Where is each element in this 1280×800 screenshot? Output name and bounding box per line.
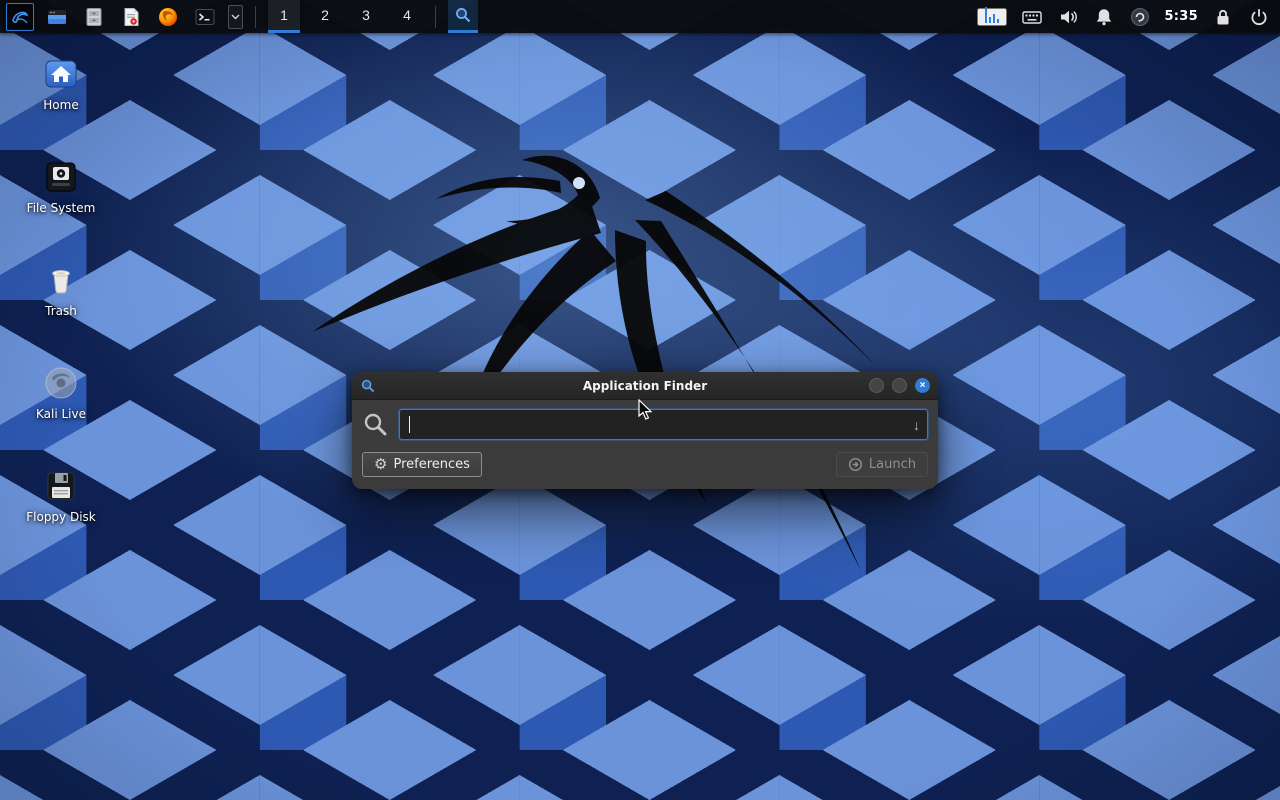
graph-bar <box>989 17 991 23</box>
lock-screen-button[interactable] <box>1211 5 1234 28</box>
application-finder-window: Application Finder × ↓ <box>352 372 938 489</box>
workspace-label: 4 <box>403 7 411 23</box>
clock: 5:35 <box>1164 9 1198 24</box>
workspace-label: 2 <box>321 7 329 23</box>
terminal-dropdown-button[interactable] <box>228 5 243 29</box>
minimize-button[interactable] <box>869 378 884 393</box>
workspace-1[interactable]: 1 <box>268 0 300 33</box>
desktop-icon-label: File System <box>27 201 96 215</box>
desktop-icon-label: Trash <box>45 304 77 318</box>
volume-icon <box>1057 6 1079 28</box>
graph-bar <box>985 7 987 23</box>
desktop-icon-label: Home <box>43 98 78 112</box>
search-icon <box>362 411 389 438</box>
top-panel: 1 2 3 4 <box>0 0 1280 33</box>
text-editor-icon <box>120 6 142 28</box>
desktop-icon-column: Home File System Trash <box>15 56 107 524</box>
floppy-icon <box>43 468 79 504</box>
desktop-icon-label: Floppy Disk <box>26 510 96 524</box>
maximize-button[interactable] <box>892 378 907 393</box>
whisker-menu-button[interactable] <box>6 3 34 31</box>
desktop-wallpaper: 1 2 3 4 <box>0 0 1280 800</box>
kali-menu-icon <box>10 7 30 27</box>
graph-bar <box>993 14 995 23</box>
close-button[interactable]: × <box>915 378 930 393</box>
desktop-icon-floppy-disk[interactable]: Floppy Disk <box>15 468 107 524</box>
panel-right-group: 5:35 <box>967 0 1280 33</box>
workspace-2[interactable]: 2 <box>309 0 341 33</box>
desktop-icon-label: Kali Live <box>36 407 86 421</box>
launch-icon <box>848 457 863 472</box>
lock-icon <box>1212 6 1234 28</box>
system-monitor-graph[interactable] <box>977 8 1007 26</box>
taskbar-application-finder[interactable] <box>448 0 478 33</box>
titlebar[interactable]: Application Finder × <box>352 372 938 400</box>
launch-label: Launch <box>869 457 916 472</box>
launcher-text-editor[interactable] <box>117 3 145 31</box>
workspace-3[interactable]: 3 <box>350 0 382 33</box>
desktop-icon-file-system[interactable]: File System <box>15 159 107 215</box>
desktop-icon-kali-live[interactable]: Kali Live <box>15 365 107 421</box>
launcher-file-manager[interactable] <box>43 3 71 31</box>
window-title: Application Finder <box>352 379 938 393</box>
graph-bar <box>997 19 999 23</box>
launcher-firefox[interactable] <box>154 3 182 31</box>
power-icon <box>1248 6 1270 28</box>
workspace-label: 3 <box>362 7 370 23</box>
search-input[interactable] <box>399 409 928 440</box>
dragon-eye <box>573 177 585 189</box>
window-app-icon <box>360 378 376 394</box>
preferences-label: Preferences <box>393 457 469 472</box>
window-body: ↓ ⚙ Preferences Launch <box>352 400 938 489</box>
magnifier-icon <box>454 6 472 24</box>
trash-icon <box>43 262 79 298</box>
keyboard-indicator[interactable] <box>1020 5 1043 28</box>
volume-control[interactable] <box>1056 5 1079 28</box>
entry-dropdown-icon[interactable]: ↓ <box>913 418 920 432</box>
launch-button[interactable]: Launch <box>836 452 928 477</box>
workspace-label: 1 <box>280 7 288 23</box>
status-circle-icon <box>1129 6 1151 28</box>
search-input-wrap: ↓ <box>399 409 928 440</box>
notifications[interactable] <box>1092 5 1115 28</box>
panel-separator <box>435 6 436 28</box>
logout-button[interactable] <box>1247 5 1270 28</box>
desktop-icon-trash[interactable]: Trash <box>15 262 107 318</box>
home-icon <box>43 56 79 92</box>
button-row: ⚙ Preferences Launch <box>362 452 928 477</box>
workspace-4[interactable]: 4 <box>391 0 423 33</box>
file-manager-icon <box>46 6 68 28</box>
preferences-button[interactable]: ⚙ Preferences <box>362 452 482 477</box>
close-icon: × <box>920 381 926 391</box>
cabinet-icon <box>83 6 105 28</box>
keyboard-indicator-icon <box>1021 6 1043 28</box>
launcher-archive[interactable] <box>80 3 108 31</box>
firefox-icon <box>157 6 179 28</box>
launcher-terminal[interactable] <box>191 3 219 31</box>
desktop-icon-home[interactable]: Home <box>15 56 107 112</box>
panel-left-group: 1 2 3 4 <box>0 0 484 33</box>
bell-icon <box>1093 6 1115 28</box>
search-row: ↓ <box>362 409 928 440</box>
kali-dragon-silhouette <box>260 80 920 620</box>
drive-icon <box>43 159 79 195</box>
disc-icon <box>43 365 79 401</box>
window-controls: × <box>869 378 930 393</box>
panel-separator <box>255 6 256 28</box>
gear-icon: ⚙ <box>374 457 387 472</box>
terminal-icon <box>194 6 216 28</box>
arrow-down-glyph: ↓ <box>913 417 920 433</box>
chevron-down-icon <box>231 14 240 20</box>
status-menu[interactable] <box>1128 5 1151 28</box>
